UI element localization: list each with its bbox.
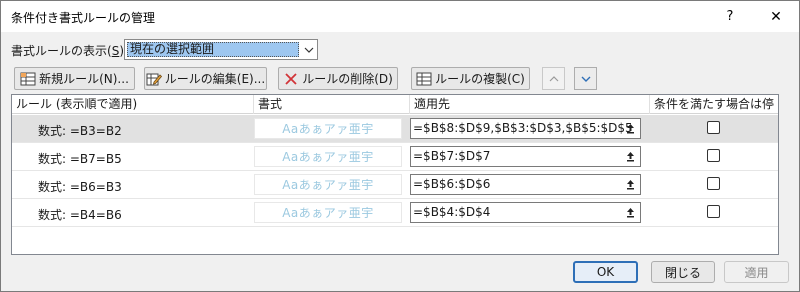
close-button[interactable]: 閉じる bbox=[651, 261, 715, 283]
column-header-applies-to: 適用先 bbox=[410, 95, 650, 114]
format-preview: Aaあぁアァ亜宇 bbox=[254, 146, 402, 167]
stop-if-true-checkbox[interactable] bbox=[707, 177, 720, 190]
applies-to-value: =$B$8:$D$9,$B$3:$D$3,$B$5:$D$5 bbox=[413, 121, 633, 135]
edit-rule-icon bbox=[146, 72, 162, 86]
applies-to-value: =$B$7:$D$7 bbox=[413, 149, 491, 163]
dialog-window: 条件付き書式ルールの管理 ? ✕ 書式ルールの表示(S): 現在の選択範囲 新規… bbox=[0, 0, 800, 292]
applies-to-value: =$B$6:$D$6 bbox=[413, 177, 491, 191]
applies-to-value: =$B$4:$D$4 bbox=[413, 205, 491, 219]
table-row[interactable]: 数式: =B4=B6 Aaあぁアァ亜宇 =$B$4:$D$4 bbox=[12, 199, 778, 227]
stop-if-true-checkbox[interactable] bbox=[707, 121, 720, 134]
duplicate-rule-icon bbox=[416, 72, 432, 86]
new-rule-icon bbox=[20, 72, 36, 86]
title-bar: 条件付き書式ルールの管理 ? ✕ bbox=[1, 1, 799, 32]
column-header-stop-if-true: 条件を満たす場合は停止 bbox=[654, 97, 775, 129]
dialog-title: 条件付き書式ルールの管理 bbox=[11, 11, 156, 25]
chevron-up-icon bbox=[549, 75, 558, 81]
column-header-format: 書式 bbox=[254, 95, 410, 114]
table-row[interactable]: 数式: =B6=B3 Aaあぁアァ亜宇 =$B$6:$D$6 bbox=[12, 171, 778, 199]
stop-if-true-checkbox[interactable] bbox=[707, 149, 720, 162]
table-header: ルール (表示順で適用) 書式 適用先 条件を満たす場合は停止 bbox=[12, 95, 778, 129]
rule-formula: 数式: =B7=B5 bbox=[38, 152, 122, 166]
stop-if-true-checkbox[interactable] bbox=[707, 205, 720, 218]
move-up-button[interactable] bbox=[542, 67, 565, 90]
format-preview: Aaあぁアァ亜宇 bbox=[254, 202, 402, 223]
applies-to-field[interactable]: =$B$8:$D$9,$B$3:$D$3,$B$5:$D$5 bbox=[410, 118, 641, 139]
apply-button[interactable]: 適用 bbox=[724, 261, 789, 283]
show-rules-value: 現在の選択範囲 bbox=[127, 42, 299, 57]
ok-button[interactable]: OK bbox=[573, 261, 638, 283]
range-picker-icon[interactable] bbox=[622, 148, 639, 165]
new-rule-button[interactable]: 新規ルール(N)... bbox=[14, 67, 135, 90]
delete-x-icon bbox=[283, 72, 299, 86]
format-preview: Aaあぁアァ亜宇 bbox=[254, 118, 402, 139]
applies-to-field[interactable]: =$B$4:$D$4 bbox=[410, 202, 641, 223]
rule-formula: 数式: =B3=B2 bbox=[38, 124, 122, 138]
chevron-down-icon bbox=[581, 76, 590, 82]
applies-to-field[interactable]: =$B$7:$D$7 bbox=[410, 146, 641, 167]
rule-formula: 数式: =B6=B3 bbox=[38, 180, 122, 194]
close-icon[interactable]: ✕ bbox=[753, 1, 799, 32]
show-rules-dropdown[interactable]: 現在の選択範囲 bbox=[124, 39, 318, 60]
applies-to-field[interactable]: =$B$6:$D$6 bbox=[410, 174, 641, 195]
range-picker-icon[interactable] bbox=[622, 176, 639, 193]
rule-formula: 数式: =B4=B6 bbox=[38, 208, 122, 222]
move-down-button[interactable] bbox=[574, 67, 597, 90]
range-picker-icon[interactable] bbox=[622, 120, 639, 137]
table-row[interactable]: 数式: =B7=B5 Aaあぁアァ亜宇 =$B$7:$D$7 bbox=[12, 143, 778, 171]
help-button[interactable]: ? bbox=[707, 1, 753, 32]
chevron-down-icon[interactable] bbox=[300, 40, 317, 59]
format-preview: Aaあぁアァ亜宇 bbox=[254, 174, 402, 195]
table-row[interactable]: 数式: =B3=B2 Aaあぁアァ亜宇 =$B$8:$D$9,$B$3:$D$3… bbox=[12, 115, 778, 143]
delete-rule-button[interactable]: ルールの削除(D) bbox=[278, 67, 398, 90]
show-rules-label: 書式ルールの表示(S): bbox=[11, 44, 128, 58]
range-picker-icon[interactable] bbox=[622, 204, 639, 221]
edit-rule-button[interactable]: ルールの編集(E)... bbox=[144, 67, 267, 90]
rules-table: ルール (表示順で適用) 書式 適用先 条件を満たす場合は停止 数式: =B3=… bbox=[11, 94, 779, 255]
duplicate-rule-button[interactable]: ルールの複製(C) bbox=[411, 67, 530, 90]
column-header-rule: ルール (表示順で適用) bbox=[12, 95, 254, 114]
